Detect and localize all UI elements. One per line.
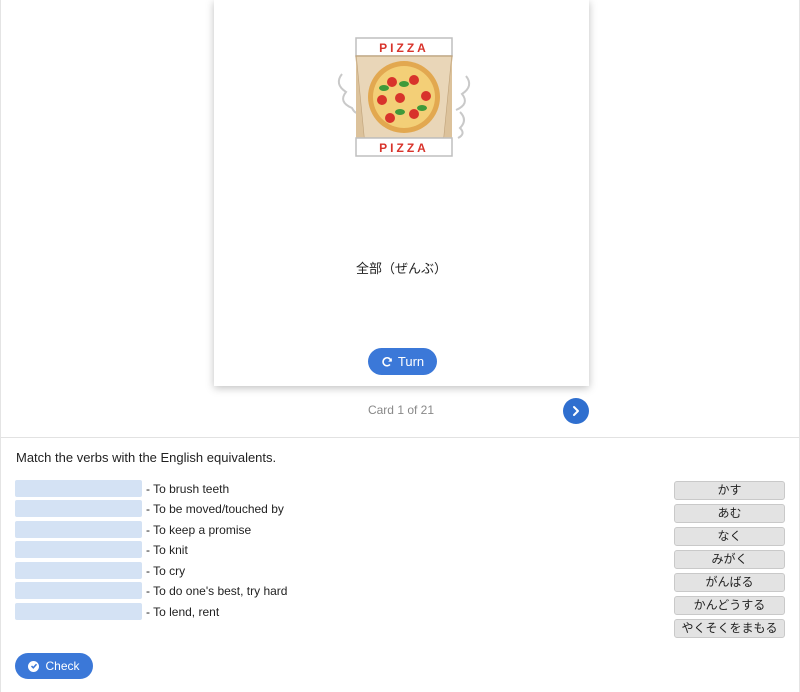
match-row: - To knit — [15, 541, 188, 558]
choice-tile[interactable]: がんばる — [674, 573, 785, 592]
match-label: - To knit — [146, 542, 188, 557]
answer-drop-slot[interactable] — [15, 480, 142, 497]
pizza-image: PIZZA PIZZA — [337, 37, 471, 157]
match-row: - To be moved/touched by — [15, 500, 284, 517]
match-row: - To cry — [15, 562, 185, 579]
choice-tile[interactable]: なく — [674, 527, 785, 546]
match-label: - To keep a promise — [146, 522, 252, 537]
match-label: - To lend, rent — [146, 604, 220, 619]
flashcard-word: 全部（ぜんぶ） — [355, 261, 447, 276]
refresh-icon — [382, 356, 392, 367]
matching-exercise: Match the verbs with the English equival… — [0, 438, 800, 692]
choice-tile[interactable]: かす — [674, 481, 785, 500]
match-row: - To keep a promise — [15, 521, 251, 538]
match-label: - To brush teeth — [146, 481, 230, 496]
choice-tile[interactable]: あむ — [674, 504, 785, 523]
answer-drop-slot[interactable] — [15, 541, 142, 558]
svg-text:PIZZA: PIZZA — [379, 41, 429, 55]
match-label: - To do one's best, try hard — [146, 583, 288, 598]
answer-drop-slot[interactable] — [15, 603, 142, 620]
next-card-button[interactable] — [563, 398, 589, 424]
flashcard-panel: PIZZA PIZZA 全部（ぜんぶ） Turn Card 1 of 21 — [0, 0, 800, 438]
match-label: - To cry — [146, 563, 186, 578]
choice-tile[interactable]: かんどうする — [674, 596, 785, 615]
check-button[interactable]: Check — [15, 653, 93, 679]
match-row: - To do one's best, try hard — [15, 582, 287, 599]
card-counter: Card 1 of 21 — [367, 403, 435, 417]
answer-drop-slot[interactable] — [15, 582, 142, 599]
svg-text:PIZZA: PIZZA — [379, 141, 429, 155]
choice-bank: かす あむ なく みがく がんばる かんどうする やくそくをまもる — [674, 481, 785, 642]
check-label: Check — [45, 659, 80, 673]
check-circle-icon — [28, 660, 40, 672]
choice-tile[interactable]: みがく — [674, 550, 785, 569]
chevron-right-icon — [573, 406, 579, 416]
turn-label: Turn — [397, 354, 425, 369]
match-row: - To lend, rent — [15, 603, 219, 620]
turn-button[interactable]: Turn — [368, 348, 437, 375]
answer-drop-slot[interactable] — [15, 500, 142, 517]
answer-drop-slot[interactable] — [15, 521, 142, 538]
match-label: - To be moved/touched by — [146, 501, 284, 516]
exercise-instruction: Match the verbs with the English equival… — [16, 450, 277, 465]
flashcard[interactable]: PIZZA PIZZA 全部（ぜんぶ） Turn — [214, 0, 589, 386]
match-row: - To brush teeth — [15, 480, 229, 497]
answer-drop-slot[interactable] — [15, 562, 142, 579]
choice-tile[interactable]: やくそくをまもる — [674, 619, 785, 638]
